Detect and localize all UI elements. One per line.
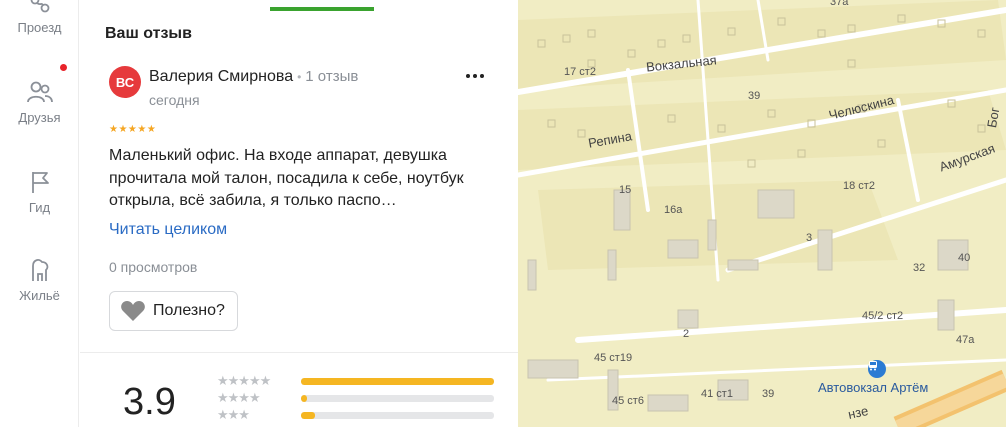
notification-badge — [59, 63, 68, 72]
views-count: 0 просмотров — [109, 259, 198, 275]
housing-icon — [31, 259, 48, 281]
house-number: 2 — [683, 328, 690, 340]
useful-label: Полезно? — [153, 302, 225, 319]
review-date: сегодня — [149, 92, 200, 108]
house-number: 39 — [762, 388, 775, 400]
rating-row-4: ★★★★ — [217, 390, 517, 405]
nav-item-housing[interactable]: Жильё — [0, 254, 79, 303]
active-tab-indicator — [270, 7, 374, 11]
house-number: 45 ст6 — [612, 395, 644, 407]
rating-bar-track — [301, 395, 494, 402]
nav-item-guide[interactable]: Гид — [0, 168, 79, 215]
avatar[interactable]: ВС — [109, 66, 141, 98]
friends-icon — [26, 81, 53, 103]
nav-item-route[interactable]: Проезд — [0, 0, 79, 35]
rating-bar-track — [301, 378, 494, 385]
read-more-link[interactable]: Читать целиком — [109, 221, 227, 239]
rating-row-stars: ★★★★★ — [217, 373, 271, 388]
author-separator: • — [297, 70, 302, 84]
more-options-button[interactable] — [464, 68, 486, 88]
house-number: 41 ст1 — [701, 388, 733, 400]
review-author: Валерия Смирнова • 1 отзыв — [149, 68, 358, 86]
section-title: Ваш отзыв — [105, 25, 192, 42]
house-number: 47а — [956, 334, 975, 346]
rating-row-3: ★★★ — [217, 407, 517, 422]
rating-bar-fill — [301, 378, 494, 385]
house-number: 15 — [619, 184, 632, 196]
house-number: 45/2 ст2 — [862, 310, 904, 322]
rating-row-stars: ★★★ — [217, 407, 250, 422]
divider — [80, 352, 518, 353]
review-panel: Ваш отзыв ВС Валерия Смирнова • 1 отзыв се… — [80, 0, 518, 427]
map-view[interactable]: Вокзальная Репина Челюскина Амурская Бог… — [518, 0, 1006, 427]
house-number: 16а — [664, 204, 683, 216]
nav-label-friends: Друзья — [18, 110, 61, 125]
rating-bar-fill — [301, 395, 307, 402]
house-number: 18 ст2 — [843, 180, 875, 192]
house-number: 40 — [958, 252, 971, 264]
rating-row-5: ★★★★★ — [217, 373, 517, 388]
bus-icon — [869, 361, 877, 371]
rating-row-stars: ★★★★ — [217, 390, 261, 405]
rating-bar-track — [301, 412, 494, 419]
house-number: 17 ст2 — [564, 66, 596, 78]
heart-icon — [121, 301, 145, 321]
useful-button[interactable]: Полезно? — [109, 291, 238, 331]
author-name[interactable]: Валерия Смирнова — [149, 68, 293, 85]
nav-label-guide: Гид — [28, 200, 51, 215]
house-number: 39 — [748, 90, 761, 102]
left-nav-rail: Проезд Друзья Гид Жильё — [0, 0, 79, 427]
house-number: 32 — [913, 262, 926, 274]
nav-item-friends[interactable]: Друзья — [0, 63, 79, 125]
rating-bar-fill — [301, 412, 315, 419]
review-text: Маленький офис. На входе аппарат, девушк… — [109, 147, 464, 209]
review-stars: ★★★★★ — [109, 124, 157, 135]
nav-label-route: Проезд — [17, 20, 62, 35]
house-number: 37а — [830, 0, 849, 8]
bus-stop-label[interactable]: Автовокзал Артём — [818, 380, 928, 395]
nav-label-housing: Жильё — [19, 288, 60, 303]
more-icon — [466, 74, 484, 78]
author-review-count: 1 отзыв — [305, 68, 359, 85]
house-number: 45 ст19 — [594, 352, 633, 364]
route-icon — [30, 0, 49, 13]
house-number: 3 — [806, 232, 813, 244]
flag-icon — [31, 172, 49, 193]
average-rating: 3.9 — [123, 381, 176, 423]
map-canvas — [518, 0, 1006, 427]
bus-stop-marker[interactable] — [868, 360, 886, 378]
